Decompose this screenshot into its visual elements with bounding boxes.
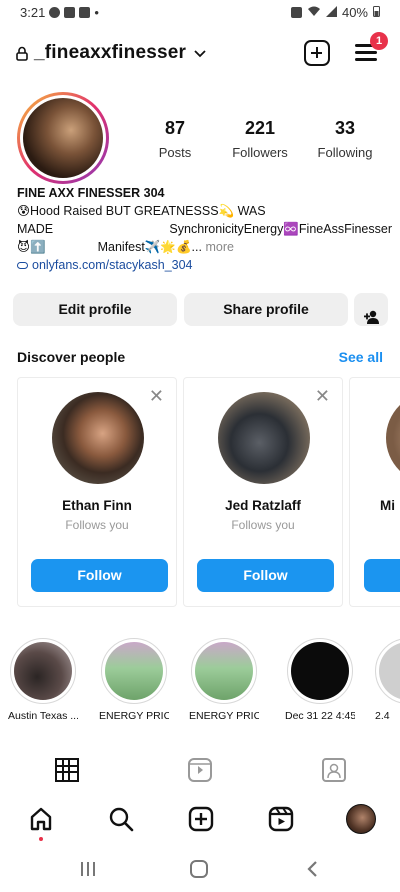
- discover-title: Discover people: [17, 349, 126, 365]
- grid-icon[interactable]: [55, 758, 79, 782]
- bottom-nav: [0, 800, 400, 838]
- notification-icon: [79, 7, 91, 18]
- profile-avatar[interactable]: [346, 804, 376, 834]
- bio-link[interactable]: onlyfans.com/stacykash_304: [17, 256, 392, 274]
- edit-profile-button[interactable]: Edit profile: [13, 293, 177, 326]
- story-highlight[interactable]: ENERGY PRIC...: [99, 638, 169, 722]
- stat-value: 87: [164, 118, 186, 138]
- profile-name: FINE AXX FINESSER 304: [17, 186, 165, 200]
- notification-icon: [49, 7, 61, 18]
- follow-button[interactable]: Follow: [31, 559, 168, 592]
- notification-icon: [64, 7, 76, 18]
- story-highlight[interactable]: ENERGY PRIC...: [189, 638, 259, 722]
- suggestion-name: Mi: [380, 498, 395, 513]
- more-link[interactable]: more: [205, 240, 233, 254]
- profile-avatar[interactable]: [17, 92, 109, 184]
- dot-icon: •: [94, 5, 99, 20]
- suggestion-card[interactable]: ✕ Jed Ratzlaff Follows you Follow: [183, 377, 343, 607]
- lock-icon: [16, 46, 28, 61]
- activity-dot: [39, 837, 43, 841]
- highlight-caption: Dec 31 22 4:45: [285, 710, 355, 722]
- highlight-caption: ENERGY PRIC...: [189, 710, 259, 722]
- bio-line: MADE SynchronicityEnergy♾️FineAssFinesse…: [17, 220, 392, 238]
- profile-photo: [23, 98, 103, 178]
- highlight-cover: [105, 642, 163, 700]
- recents-icon[interactable]: [80, 861, 96, 877]
- tagged-icon[interactable]: [322, 758, 346, 782]
- stat-label: Following: [317, 145, 373, 160]
- reels-icon[interactable]: [268, 806, 294, 832]
- stat-following[interactable]: 33 Following: [305, 118, 385, 160]
- highlight-cover: [291, 642, 349, 700]
- bio-line: 😈⬆️ Manifest✈️🌟💰... more: [17, 238, 392, 256]
- highlight-cover: [14, 642, 72, 700]
- bio-text: 😈⬆️: [17, 240, 46, 254]
- stat-label: Followers: [232, 145, 288, 160]
- story-highlight[interactable]: 2.4: [375, 638, 400, 722]
- profile-bio: FINE AXX FINESSER 304 😰Hood Raised BUT G…: [17, 184, 392, 274]
- account-switcher[interactable]: _fineaxxfinesser: [16, 42, 206, 64]
- create-icon[interactable]: [188, 806, 214, 832]
- link-icon: [17, 261, 28, 269]
- bio-link-text: onlyfans.com/stacykash_304: [32, 258, 193, 272]
- search-icon[interactable]: [108, 806, 134, 832]
- status-icon: [290, 7, 302, 18]
- highlight-caption: Austin Texas ...: [8, 710, 78, 722]
- suggestion-avatar[interactable]: [52, 392, 144, 484]
- bio-line: 😰Hood Raised BUT GREATNESSS💫 WAS: [17, 204, 266, 218]
- follow-button[interactable]: [364, 559, 400, 592]
- discover-people-button[interactable]: [354, 293, 388, 326]
- stat-followers[interactable]: 221 Followers: [220, 118, 300, 160]
- suggestion-card[interactable]: ✕ Ethan Finn Follows you Follow: [17, 377, 177, 607]
- add-person-icon: [364, 303, 379, 324]
- suggestion-name: Ethan Finn: [62, 498, 132, 513]
- stat-value: 221: [244, 118, 276, 138]
- notification-badge: 1: [370, 32, 388, 50]
- highlight-caption: 2.4: [375, 710, 390, 722]
- stat-posts[interactable]: 87 Posts: [135, 118, 215, 160]
- profile-stats: 87 Posts 221 Followers 33 Following: [135, 118, 385, 160]
- bio-text: Manifest✈️🌟💰... more: [97, 240, 234, 254]
- suggestion-card[interactable]: Mi: [349, 377, 400, 607]
- status-bar: 3:21 • 40%: [0, 0, 400, 26]
- story-highlight[interactable]: Dec 31 22 4:45: [285, 638, 355, 722]
- signal-icon: [325, 5, 337, 20]
- highlight-cover: [379, 642, 400, 700]
- bio-text: MADE: [17, 222, 54, 236]
- suggestion-subtitle: Follows you: [65, 518, 129, 532]
- reels-icon[interactable]: [188, 758, 212, 782]
- close-icon[interactable]: ✕: [315, 386, 330, 407]
- username: _fineaxxfinesser: [34, 42, 187, 63]
- bio-text: SynchronicityEnergy♾️FineAssFinesser: [169, 222, 392, 236]
- chevron-down-icon: [194, 45, 206, 61]
- story-highlight[interactable]: Austin Texas ...: [8, 638, 78, 722]
- home-icon[interactable]: [28, 806, 54, 832]
- battery-icon: [373, 5, 380, 20]
- system-navigation: [0, 852, 400, 892]
- stat-label: Posts: [158, 145, 192, 160]
- suggestion-name: Jed Ratzlaff: [225, 498, 301, 513]
- suggestion-avatar[interactable]: [386, 392, 400, 484]
- status-time: 3:21: [20, 5, 46, 20]
- create-plus-icon[interactable]: [304, 40, 330, 66]
- profile-header: _fineaxxfinesser: [0, 36, 400, 72]
- share-profile-button[interactable]: Share profile: [184, 293, 348, 326]
- suggestion-avatar[interactable]: [218, 392, 310, 484]
- highlight-caption: ENERGY PRIC...: [99, 710, 169, 722]
- close-icon[interactable]: ✕: [149, 386, 164, 407]
- see-all-link[interactable]: See all: [339, 349, 383, 365]
- battery-percent: 40%: [341, 5, 368, 20]
- home-button-icon[interactable]: [190, 860, 208, 878]
- highlight-cover: [195, 642, 253, 700]
- stat-value: 33: [334, 118, 356, 138]
- suggestion-subtitle: Follows you: [231, 518, 295, 532]
- back-icon[interactable]: [305, 860, 319, 878]
- follow-button[interactable]: Follow: [197, 559, 334, 592]
- content-tabs: [0, 752, 400, 788]
- wifi-icon: [307, 5, 321, 20]
